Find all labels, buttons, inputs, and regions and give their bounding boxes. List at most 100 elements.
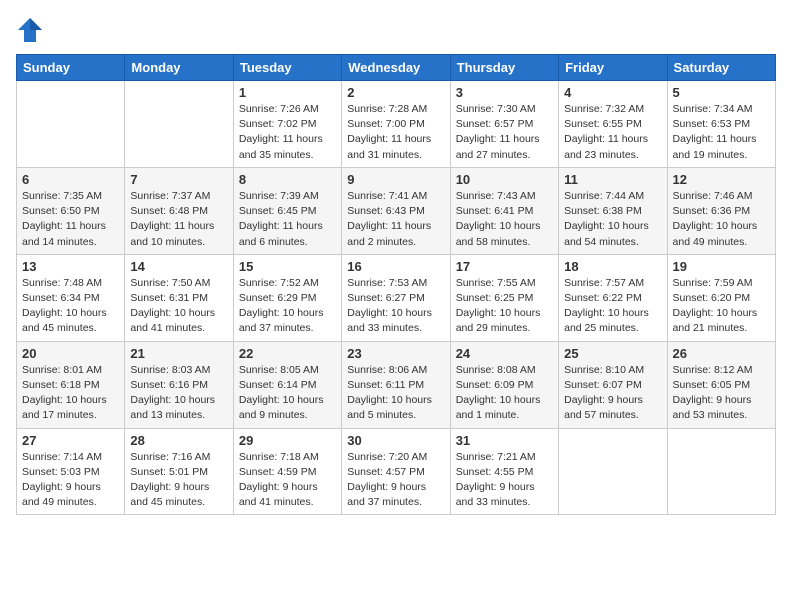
day-number: 2	[347, 85, 444, 100]
calendar-day-cell: 6 Sunrise: 7:35 AM Sunset: 6:50 PM Daylig…	[17, 167, 125, 254]
day-info: Sunrise: 7:44 AM Sunset: 6:38 PM Dayligh…	[564, 189, 661, 250]
calendar-day-cell: 5Sunrise: 7:34 AM Sunset: 6:53 PM Daylig…	[667, 81, 775, 168]
day-of-week-header: Saturday	[667, 55, 775, 81]
day-number: 14	[130, 259, 227, 274]
calendar-day-cell: 10 Sunrise: 7:43 AM Sunset: 6:41 PM Dayli…	[450, 167, 558, 254]
calendar-week-row: 27 Sunrise: 7:14 AM Sunset: 5:03 PM Dayli…	[17, 428, 776, 515]
day-number: 31	[456, 433, 553, 448]
day-number: 25	[564, 346, 661, 361]
day-info: Sunrise: 7:26 AM Sunset: 7:02 PM Dayligh…	[239, 102, 336, 163]
day-info: Sunrise: 7:20 AM Sunset: 4:57 PM Dayligh…	[347, 450, 444, 511]
calendar-day-cell: 12 Sunrise: 7:46 AM Sunset: 6:36 PM Dayli…	[667, 167, 775, 254]
day-number: 3	[456, 85, 553, 100]
day-info: Sunrise: 8:10 AM Sunset: 6:07 PM Dayligh…	[564, 363, 661, 424]
day-info: Sunrise: 7:14 AM Sunset: 5:03 PM Dayligh…	[22, 450, 119, 511]
day-number: 20	[22, 346, 119, 361]
calendar-day-cell: 17 Sunrise: 7:55 AM Sunset: 6:25 PM Dayli…	[450, 254, 558, 341]
calendar-day-cell: 8Sunrise: 7:39 AM Sunset: 6:45 PM Daylig…	[233, 167, 341, 254]
calendar-day-cell: 30 Sunrise: 7:20 AM Sunset: 4:57 PM Dayli…	[342, 428, 450, 515]
day-of-week-header: Thursday	[450, 55, 558, 81]
day-number: 19	[673, 259, 770, 274]
day-info: Sunrise: 7:37 AM Sunset: 6:48 PM Dayligh…	[130, 189, 227, 250]
day-number: 10	[456, 172, 553, 187]
calendar-day-cell: 29 Sunrise: 7:18 AM Sunset: 4:59 PM Dayli…	[233, 428, 341, 515]
day-number: 11	[564, 172, 661, 187]
calendar-day-cell: 4Sunrise: 7:32 AM Sunset: 6:55 PM Daylig…	[559, 81, 667, 168]
calendar-week-row: 13Sunrise: 7:48 AM Sunset: 6:34 PM Dayli…	[17, 254, 776, 341]
day-number: 1	[239, 85, 336, 100]
day-info: Sunrise: 7:55 AM Sunset: 6:25 PM Dayligh…	[456, 276, 553, 337]
calendar-day-cell	[125, 81, 233, 168]
day-of-week-header: Wednesday	[342, 55, 450, 81]
day-info: Sunrise: 8:08 AM Sunset: 6:09 PM Dayligh…	[456, 363, 553, 424]
calendar-day-cell: 2Sunrise: 7:28 AM Sunset: 7:00 PM Daylig…	[342, 81, 450, 168]
day-number: 8	[239, 172, 336, 187]
day-number: 9	[347, 172, 444, 187]
day-number: 12	[673, 172, 770, 187]
page-header	[16, 16, 776, 44]
day-number: 23	[347, 346, 444, 361]
calendar-day-cell	[667, 428, 775, 515]
calendar-header-row: SundayMondayTuesdayWednesdayThursdayFrid…	[17, 55, 776, 81]
day-number: 28	[130, 433, 227, 448]
logo	[16, 16, 48, 44]
day-info: Sunrise: 7:57 AM Sunset: 6:22 PM Dayligh…	[564, 276, 661, 337]
calendar-day-cell	[17, 81, 125, 168]
calendar-day-cell	[559, 428, 667, 515]
day-of-week-header: Sunday	[17, 55, 125, 81]
day-info: Sunrise: 7:21 AM Sunset: 4:55 PM Dayligh…	[456, 450, 553, 511]
calendar-day-cell: 14 Sunrise: 7:50 AM Sunset: 6:31 PM Dayli…	[125, 254, 233, 341]
day-number: 29	[239, 433, 336, 448]
calendar-day-cell: 28Sunrise: 7:16 AM Sunset: 5:01 PM Dayli…	[125, 428, 233, 515]
calendar-day-cell: 31 Sunrise: 7:21 AM Sunset: 4:55 PM Dayli…	[450, 428, 558, 515]
calendar-day-cell: 19Sunrise: 7:59 AM Sunset: 6:20 PM Dayli…	[667, 254, 775, 341]
calendar-week-row: 1 Sunrise: 7:26 AM Sunset: 7:02 PM Daylig…	[17, 81, 776, 168]
day-info: Sunrise: 7:46 AM Sunset: 6:36 PM Dayligh…	[673, 189, 770, 250]
day-number: 6	[22, 172, 119, 187]
day-number: 30	[347, 433, 444, 448]
day-number: 5	[673, 85, 770, 100]
day-info: Sunrise: 7:43 AM Sunset: 6:41 PM Dayligh…	[456, 189, 553, 250]
calendar-table: SundayMondayTuesdayWednesdayThursdayFrid…	[16, 54, 776, 515]
day-number: 22	[239, 346, 336, 361]
calendar-day-cell: 18 Sunrise: 7:57 AM Sunset: 6:22 PM Dayli…	[559, 254, 667, 341]
day-of-week-header: Tuesday	[233, 55, 341, 81]
day-info: Sunrise: 8:01 AM Sunset: 6:18 PM Dayligh…	[22, 363, 119, 424]
calendar-day-cell: 24Sunrise: 8:08 AM Sunset: 6:09 PM Dayli…	[450, 341, 558, 428]
day-info: Sunrise: 8:03 AM Sunset: 6:16 PM Dayligh…	[130, 363, 227, 424]
calendar-day-cell: 27 Sunrise: 7:14 AM Sunset: 5:03 PM Dayli…	[17, 428, 125, 515]
day-number: 21	[130, 346, 227, 361]
calendar-day-cell: 23 Sunrise: 8:06 AM Sunset: 6:11 PM Dayli…	[342, 341, 450, 428]
day-info: Sunrise: 7:41 AM Sunset: 6:43 PM Dayligh…	[347, 189, 444, 250]
day-info: Sunrise: 7:53 AM Sunset: 6:27 PM Dayligh…	[347, 276, 444, 337]
day-info: Sunrise: 8:06 AM Sunset: 6:11 PM Dayligh…	[347, 363, 444, 424]
calendar-day-cell: 22 Sunrise: 8:05 AM Sunset: 6:14 PM Dayli…	[233, 341, 341, 428]
day-number: 16	[347, 259, 444, 274]
day-number: 15	[239, 259, 336, 274]
calendar-day-cell: 1 Sunrise: 7:26 AM Sunset: 7:02 PM Daylig…	[233, 81, 341, 168]
calendar-day-cell: 21 Sunrise: 8:03 AM Sunset: 6:16 PM Dayli…	[125, 341, 233, 428]
day-number: 26	[673, 346, 770, 361]
calendar-week-row: 20 Sunrise: 8:01 AM Sunset: 6:18 PM Dayli…	[17, 341, 776, 428]
day-info: Sunrise: 7:50 AM Sunset: 6:31 PM Dayligh…	[130, 276, 227, 337]
calendar-day-cell: 13Sunrise: 7:48 AM Sunset: 6:34 PM Dayli…	[17, 254, 125, 341]
day-info: Sunrise: 7:18 AM Sunset: 4:59 PM Dayligh…	[239, 450, 336, 511]
day-number: 18	[564, 259, 661, 274]
calendar-week-row: 6 Sunrise: 7:35 AM Sunset: 6:50 PM Daylig…	[17, 167, 776, 254]
day-of-week-header: Friday	[559, 55, 667, 81]
day-info: Sunrise: 7:32 AM Sunset: 6:55 PM Dayligh…	[564, 102, 661, 163]
day-number: 17	[456, 259, 553, 274]
day-info: Sunrise: 8:05 AM Sunset: 6:14 PM Dayligh…	[239, 363, 336, 424]
day-info: Sunrise: 7:35 AM Sunset: 6:50 PM Dayligh…	[22, 189, 119, 250]
calendar-day-cell: 16 Sunrise: 7:53 AM Sunset: 6:27 PM Dayli…	[342, 254, 450, 341]
day-info: Sunrise: 7:52 AM Sunset: 6:29 PM Dayligh…	[239, 276, 336, 337]
day-of-week-header: Monday	[125, 55, 233, 81]
day-info: Sunrise: 8:12 AM Sunset: 6:05 PM Dayligh…	[673, 363, 770, 424]
day-number: 13	[22, 259, 119, 274]
calendar-day-cell: 11 Sunrise: 7:44 AM Sunset: 6:38 PM Dayli…	[559, 167, 667, 254]
day-number: 27	[22, 433, 119, 448]
calendar-day-cell: 9 Sunrise: 7:41 AM Sunset: 6:43 PM Daylig…	[342, 167, 450, 254]
day-info: Sunrise: 7:30 AM Sunset: 6:57 PM Dayligh…	[456, 102, 553, 163]
logo-icon	[16, 16, 44, 44]
calendar-day-cell: 15 Sunrise: 7:52 AM Sunset: 6:29 PM Dayli…	[233, 254, 341, 341]
